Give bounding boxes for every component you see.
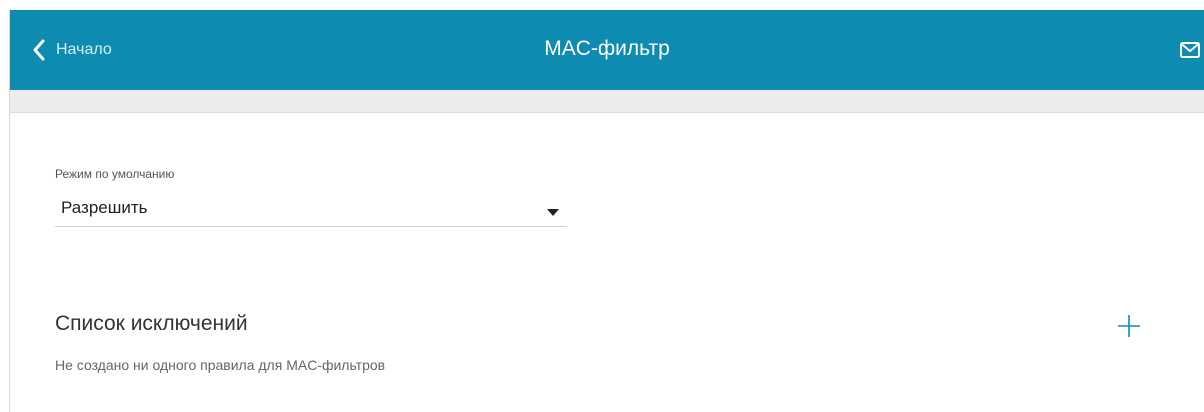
- default-mode-caption: Режим по умолчанию: [55, 167, 175, 181]
- plus-icon: [1117, 315, 1141, 342]
- exceptions-empty-message: Не создано ни одного правила для MAC-фил…: [55, 357, 386, 373]
- add-exception-button[interactable]: [1117, 314, 1141, 338]
- mail-button[interactable]: [1180, 42, 1200, 63]
- exceptions-title: Список исключений: [55, 312, 248, 335]
- header-bar: Начало MAC-фильтр: [10, 10, 1204, 90]
- app-window: Начало MAC-фильтр Режим по умолчанию Раз…: [0, 0, 1204, 412]
- caret-down-icon: [547, 203, 559, 221]
- header-sub-bar: [10, 90, 1204, 113]
- mail-icon: [1180, 42, 1200, 62]
- page-title: MAC-фильтр: [544, 37, 670, 60]
- default-mode-value: Разрешить: [61, 198, 148, 217]
- default-mode-select[interactable]: Разрешить: [55, 190, 567, 227]
